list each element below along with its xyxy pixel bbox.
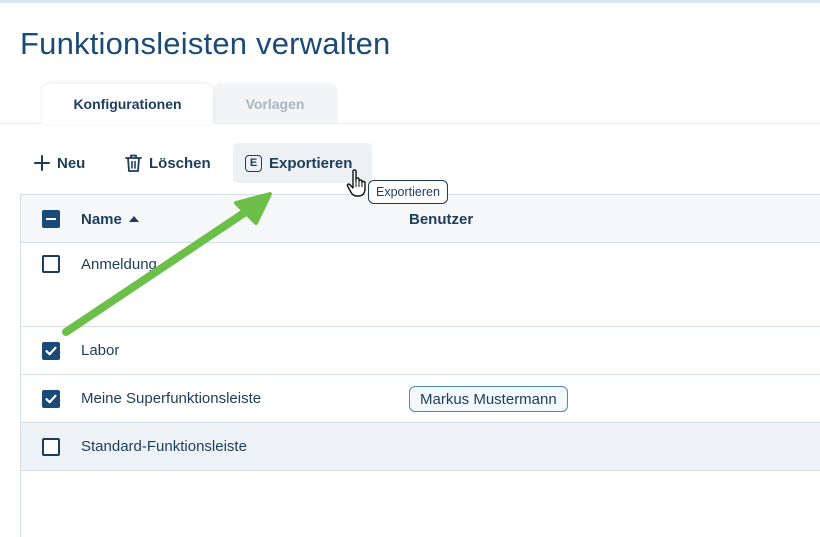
sort-ascending-icon xyxy=(128,216,139,222)
export-button-label: Exportieren xyxy=(269,154,353,172)
toolbar: Neu Löschen E Exportieren xyxy=(0,143,820,185)
delete-button[interactable]: Löschen xyxy=(124,143,211,183)
select-all-checkbox[interactable] xyxy=(42,210,60,228)
table-row[interactable]: Meine Superfunktionsleiste Markus Muster… xyxy=(21,375,820,423)
table-row[interactable]: Standard-Funktionsleiste xyxy=(21,423,820,471)
row-checkbox[interactable] xyxy=(42,255,60,273)
table-row[interactable]: Labor xyxy=(21,327,820,375)
page-title: Funktionsleisten verwalten xyxy=(20,26,391,61)
row-checkbox[interactable] xyxy=(42,438,60,456)
column-header-name[interactable]: Name xyxy=(81,195,139,243)
export-e-icon: E xyxy=(245,154,262,172)
tab-bar: Konfigurationen Vorlagen xyxy=(0,82,820,124)
checkmark-icon xyxy=(45,394,57,404)
row-name: Labor xyxy=(81,342,120,359)
tab-konfigurationen[interactable]: Konfigurationen xyxy=(42,84,213,124)
user-chip[interactable]: Markus Mustermann xyxy=(409,386,568,412)
new-button[interactable]: Neu xyxy=(33,143,85,183)
export-tooltip: Exportieren xyxy=(368,180,448,204)
new-button-label: Neu xyxy=(57,154,86,172)
table-row[interactable]: Anmeldung xyxy=(21,243,820,327)
toolbar-table: Name Benutzer Anmeldung Labor Meine Supe… xyxy=(20,194,820,537)
row-checkbox[interactable] xyxy=(42,342,60,360)
checkmark-icon xyxy=(45,346,57,356)
top-border xyxy=(0,0,820,3)
tab-vorlagen[interactable]: Vorlagen xyxy=(213,84,337,124)
column-header-name-label: Name xyxy=(81,210,122,228)
row-checkbox[interactable] xyxy=(42,390,60,408)
hand-cursor-icon xyxy=(346,169,366,197)
row-name: Meine Superfunktionsleiste xyxy=(81,390,262,407)
trash-icon xyxy=(124,153,143,173)
row-name: Standard-Funktionsleiste xyxy=(81,438,247,455)
delete-button-label: Löschen xyxy=(149,154,211,172)
row-name: Anmeldung xyxy=(81,256,157,273)
plus-icon xyxy=(33,154,51,172)
